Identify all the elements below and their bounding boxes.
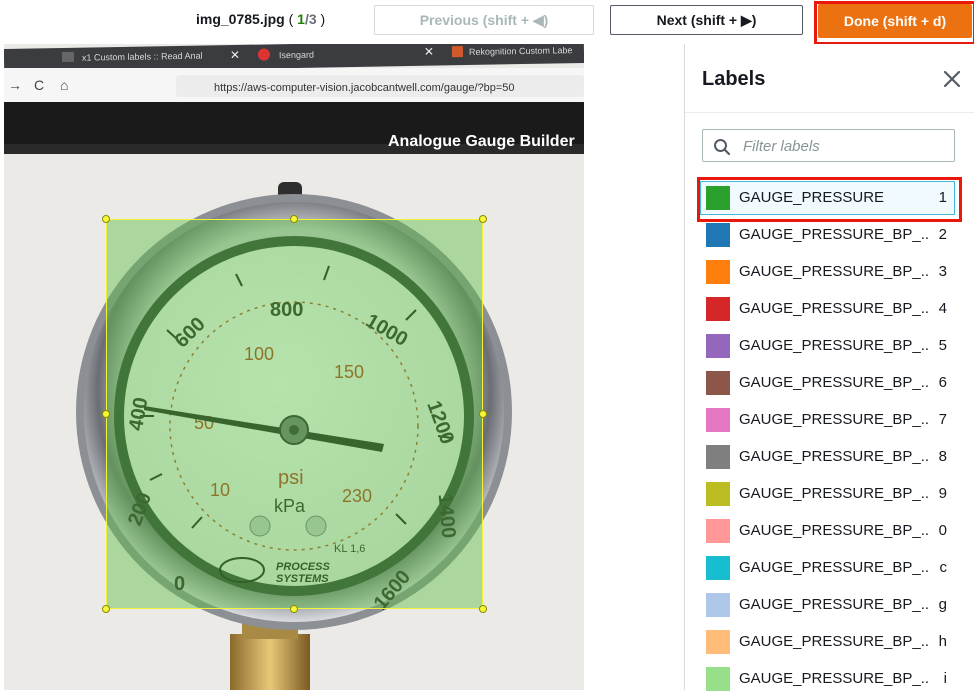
label-shortcut-key: 1 — [938, 189, 947, 206]
label-shortcut-key: c — [939, 559, 948, 576]
bbox-handle-top-left[interactable] — [102, 215, 110, 223]
label-name: GAUGE_PRESSURE_BP_... — [739, 596, 929, 613]
panel-divider — [685, 112, 974, 113]
label-shortcut-key: 8 — [938, 448, 947, 465]
label-item[interactable]: GAUGE_PRESSURE_BP_... 6 — [685, 365, 974, 402]
label-shortcut-key: 5 — [938, 337, 947, 354]
total-count: 3 — [308, 11, 317, 27]
label-item[interactable]: GAUGE_PRESSURE 1 — [685, 177, 974, 222]
label-shortcut-key: 7 — [938, 411, 947, 428]
label-name: GAUGE_PRESSURE_BP_... — [739, 263, 929, 280]
label-shortcut-key: h — [938, 633, 947, 650]
svg-text:C: C — [34, 77, 44, 93]
label-item[interactable]: GAUGE_PRESSURE_BP_... 9 — [685, 476, 974, 513]
bbox-handle-bottom-center[interactable] — [290, 605, 298, 613]
label-list: GAUGE_PRESSURE 1 GAUGE_PRESSURE_BP_... 2 GAU… — [685, 177, 974, 698]
label-item[interactable]: GAUGE_PRESSURE_BP_... 5 — [685, 328, 974, 365]
bounding-box[interactable] — [106, 219, 483, 609]
label-item[interactable]: GAUGE_PRESSURE_BP_... c — [685, 550, 974, 587]
close-icon[interactable] — [941, 68, 963, 90]
label-item[interactable]: GAUGE_PRESSURE_BP_... 0 — [685, 513, 974, 550]
photo-url: https://aws-computer-vision.jacobcantwel… — [214, 82, 515, 94]
next-button[interactable]: Next (shift + ▶) — [610, 5, 803, 35]
label-name: GAUGE_PRESSURE_BP_... — [739, 485, 929, 502]
label-shortcut-key: 9 — [938, 485, 947, 502]
label-color-swatch — [706, 260, 730, 284]
labels-panel-title: Labels — [702, 68, 766, 90]
label-name: GAUGE_PRESSURE_BP_... — [739, 337, 929, 354]
svg-text:⌂: ⌂ — [60, 77, 68, 93]
label-shortcut-key: 0 — [938, 522, 947, 539]
svg-text:✕: ✕ — [424, 45, 434, 59]
label-name: GAUGE_PRESSURE_BP_... — [739, 633, 929, 650]
bbox-handle-middle-left[interactable] — [102, 410, 110, 418]
bbox-handle-top-right[interactable] — [479, 215, 487, 223]
label-item[interactable]: GAUGE_PRESSURE_BP_... 3 — [685, 254, 974, 291]
file-indicator: img_0785.jpg ( 1/3 ) — [196, 11, 325, 27]
filename: img_0785.jpg — [196, 11, 285, 27]
bbox-handle-middle-right[interactable] — [479, 410, 487, 418]
filter-labels-input[interactable] — [741, 134, 950, 159]
label-name: GAUGE_PRESSURE — [739, 189, 885, 206]
browser-tab-3: Rekognition Custom Labe — [469, 45, 573, 57]
label-shortcut-key: 2 — [938, 226, 947, 243]
label-color-swatch — [706, 371, 730, 395]
label-color-swatch — [706, 408, 730, 432]
browser-tab-2: Isengard — [279, 50, 314, 61]
browser-tab-1: x1 Custom labels :: Read Anal — [82, 51, 203, 63]
label-name: GAUGE_PRESSURE_BP_... — [739, 522, 929, 539]
label-item[interactable]: GAUGE_PRESSURE_BP_... g — [685, 587, 974, 624]
label-name: GAUGE_PRESSURE_BP_... — [739, 226, 929, 243]
bbox-handle-bottom-right[interactable] — [479, 605, 487, 613]
photo-page-heading: Analogue Gauge Builder — [388, 133, 575, 150]
previous-button[interactable]: Previous (shift + ◀) — [374, 5, 594, 35]
search-icon — [713, 138, 731, 161]
label-color-swatch — [706, 445, 730, 469]
label-name: GAUGE_PRESSURE_BP_... — [739, 411, 929, 428]
label-color-swatch — [706, 556, 730, 580]
label-color-swatch — [706, 519, 730, 543]
label-item[interactable]: GAUGE_PRESSURE_BP_... i — [685, 661, 974, 698]
label-name: GAUGE_PRESSURE_BP_... — [739, 559, 929, 576]
top-toolbar: img_0785.jpg ( 1/3 ) Previous (shift + ◀… — [0, 0, 974, 45]
current-index: 1 — [297, 11, 305, 27]
label-color-swatch — [706, 482, 730, 506]
label-name: GAUGE_PRESSURE_BP_... — [739, 448, 929, 465]
label-name: GAUGE_PRESSURE_BP_... — [739, 374, 929, 391]
filter-labels-field[interactable] — [702, 129, 955, 162]
label-item[interactable]: GAUGE_PRESSURE_BP_... 2 — [685, 217, 974, 254]
label-item[interactable]: GAUGE_PRESSURE_BP_... 8 — [685, 439, 974, 476]
label-shortcut-key: i — [943, 670, 947, 687]
label-name: GAUGE_PRESSURE_BP_... — [739, 670, 929, 687]
annotation-canvas[interactable]: x1 Custom labels :: Read Anal ✕ Isengard… — [0, 44, 684, 690]
svg-text:→: → — [8, 77, 22, 93]
label-item[interactable]: GAUGE_PRESSURE_BP_... h — [685, 624, 974, 661]
label-color-swatch — [706, 223, 730, 247]
svg-text:✕: ✕ — [230, 48, 240, 62]
paren-open: ( — [284, 11, 298, 27]
label-name: GAUGE_PRESSURE_BP_... — [739, 300, 929, 317]
paren-close: ) — [316, 11, 326, 27]
label-color-swatch — [706, 667, 730, 691]
label-item[interactable]: GAUGE_PRESSURE_BP_... 4 — [685, 291, 974, 328]
bbox-handle-bottom-left[interactable] — [102, 605, 110, 613]
label-shortcut-key: 3 — [938, 263, 947, 280]
labels-panel: Labels GAUGE_PRESSURE 1 GAUGE_PRESSURE_BP_… — [684, 44, 974, 691]
label-shortcut-key: g — [938, 596, 947, 613]
label-shortcut-key: 4 — [938, 300, 947, 317]
label-color-swatch — [706, 186, 730, 210]
bbox-handle-top-center[interactable] — [290, 215, 298, 223]
done-button[interactable]: Done (shift + d) — [818, 4, 972, 38]
label-shortcut-key: 6 — [938, 374, 947, 391]
label-color-swatch — [706, 297, 730, 321]
label-color-swatch — [706, 593, 730, 617]
label-color-swatch — [706, 630, 730, 654]
label-item[interactable]: GAUGE_PRESSURE_BP_... 7 — [685, 402, 974, 439]
label-color-swatch — [706, 334, 730, 358]
